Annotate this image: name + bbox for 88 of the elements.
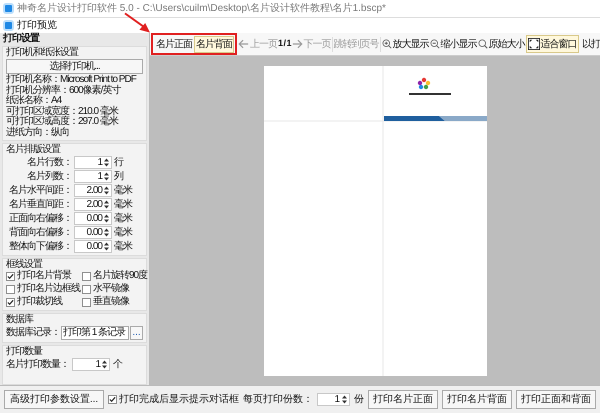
number-field[interactable]: 1: [74, 170, 112, 182]
unit-label: 毫米: [114, 184, 132, 196]
field-label: 数据库记录：: [6, 327, 60, 338]
number-field[interactable]: 0.00: [74, 240, 112, 252]
printer-info: 打印机分辨率：600像素/英寸: [6, 86, 122, 96]
checkbox-option[interactable]: 打印名片背景: [6, 270, 82, 282]
toolbar-label: 以打: [582, 38, 600, 52]
spinner-icon[interactable]: [104, 186, 109, 194]
spinner-icon[interactable]: [104, 242, 109, 250]
unit-label: 毫米: [114, 198, 132, 210]
field-label: 背面向右偏移：: [8, 226, 72, 238]
toolbar-button[interactable]: 适合窗口: [526, 35, 579, 53]
printer-info: 纸张名称：A4: [6, 96, 62, 106]
spinner-icon[interactable]: [104, 214, 109, 222]
record-field[interactable]: 打印第 1 条记录: [61, 326, 129, 340]
number-field[interactable]: 2.00: [74, 198, 112, 210]
group-title: 打印数量: [6, 346, 44, 357]
group-title: 数据库: [6, 314, 34, 325]
field-label: 名片列数：: [26, 170, 72, 182]
checkbox-option[interactable]: 打印名片边框线: [6, 283, 82, 295]
checkbox-option[interactable]: 垂直镜像: [82, 296, 144, 308]
spinner-icon[interactable]: [102, 360, 107, 369]
field-label: 每页打印份数：: [243, 392, 313, 407]
checkbox-option[interactable]: 打印完成后显示提示对话框: [108, 392, 239, 407]
left-arrow-icon: [238, 39, 249, 49]
page-indicator: 1 / 1: [278, 37, 291, 50]
spinner-icon[interactable]: [104, 228, 109, 236]
tab[interactable]: 名片背面: [194, 36, 234, 52]
arrow-icon: [124, 12, 151, 34]
dialog-title: 打印预览: [17, 18, 57, 32]
checkbox[interactable]: [82, 272, 91, 280]
unit-label: 列: [114, 170, 123, 182]
group-title: 打印机和纸张设置: [6, 47, 80, 58]
checkbox[interactable]: [6, 284, 15, 294]
fit-window-icon: [528, 38, 540, 50]
number-field[interactable]: 1: [317, 393, 350, 406]
print-button[interactable]: 打印名片正面: [368, 390, 438, 409]
checkbox[interactable]: [6, 272, 15, 280]
field-label: 整体向下偏移：: [8, 240, 72, 252]
print-button[interactable]: 打印正面和背面: [516, 390, 596, 409]
field-label: 名片垂直间距：: [8, 198, 72, 210]
spinner-icon[interactable]: [104, 172, 109, 180]
field-label: 名片行数：: [26, 156, 72, 168]
group-title: 框线设置: [6, 259, 44, 270]
printer-info: 进纸方向：纵向: [6, 128, 70, 138]
unit-label: 行: [114, 156, 123, 168]
advanced-settings-button[interactable]: 高级打印参数设置...: [4, 390, 104, 409]
window-title: 神奇名片设计打印软件 5.0 - C:\Users\cuilm\Desktop\名片设计软件教程\名片1.bscp*: [17, 2, 386, 16]
number-field[interactable]: 1: [74, 156, 112, 168]
search-icon: [478, 39, 488, 49]
number-field[interactable]: 2.00: [74, 184, 112, 196]
unit-label: 毫米: [114, 240, 132, 252]
spinner-icon[interactable]: [342, 395, 347, 404]
number-field[interactable]: 0.00: [74, 212, 112, 224]
toolbar-button[interactable]: 原始大小: [478, 36, 525, 52]
field-label: 正面向右偏移：: [8, 212, 72, 224]
unit-label: 份: [354, 393, 364, 407]
tab[interactable]: 名片正面: [154, 36, 194, 52]
checkbox[interactable]: [6, 298, 15, 306]
checkbox-option[interactable]: 水平镜像: [82, 283, 144, 295]
spinner-icon[interactable]: [104, 158, 109, 166]
number-field[interactable]: 1: [72, 358, 110, 371]
select-printer-button[interactable]: 选择打印机...: [6, 59, 143, 74]
spinner-icon[interactable]: [104, 200, 109, 208]
number-field[interactable]: 0.00: [74, 226, 112, 238]
checkbox[interactable]: [82, 284, 91, 294]
zoom-out-icon: [430, 39, 440, 49]
zoom-in-icon: [382, 39, 392, 49]
unit-label: 毫米: [114, 212, 132, 224]
panel-title: 打印设置: [2, 33, 40, 44]
group-title: 名片排版设置: [6, 144, 62, 155]
checkbox-option[interactable]: 打印裁切线: [6, 296, 82, 308]
checkbox[interactable]: [82, 298, 91, 306]
toolbar-button[interactable]: 缩小显示: [430, 36, 477, 52]
unit-label: 个: [113, 359, 122, 370]
app-icon: [3, 20, 14, 31]
field-label: 名片打印数量：: [6, 359, 69, 370]
app-icon: [3, 3, 14, 14]
unit-label: 毫米: [114, 226, 132, 238]
toolbar-button[interactable]: 放大显示: [382, 36, 429, 52]
browse-button[interactable]: ...: [130, 326, 143, 340]
printer-info: 打印机名称：Microsoft Print to PDF: [6, 75, 138, 85]
field-label: 名片水平间距：: [8, 184, 72, 196]
right-arrow-icon: [292, 39, 303, 49]
print-button[interactable]: 打印名片背面: [442, 390, 512, 409]
printer-info: 可打印区域高度：297.0 毫米: [6, 117, 120, 127]
checkbox[interactable]: [108, 395, 117, 404]
printer-info: 可打印区域宽度：210.0 毫米: [6, 106, 120, 116]
